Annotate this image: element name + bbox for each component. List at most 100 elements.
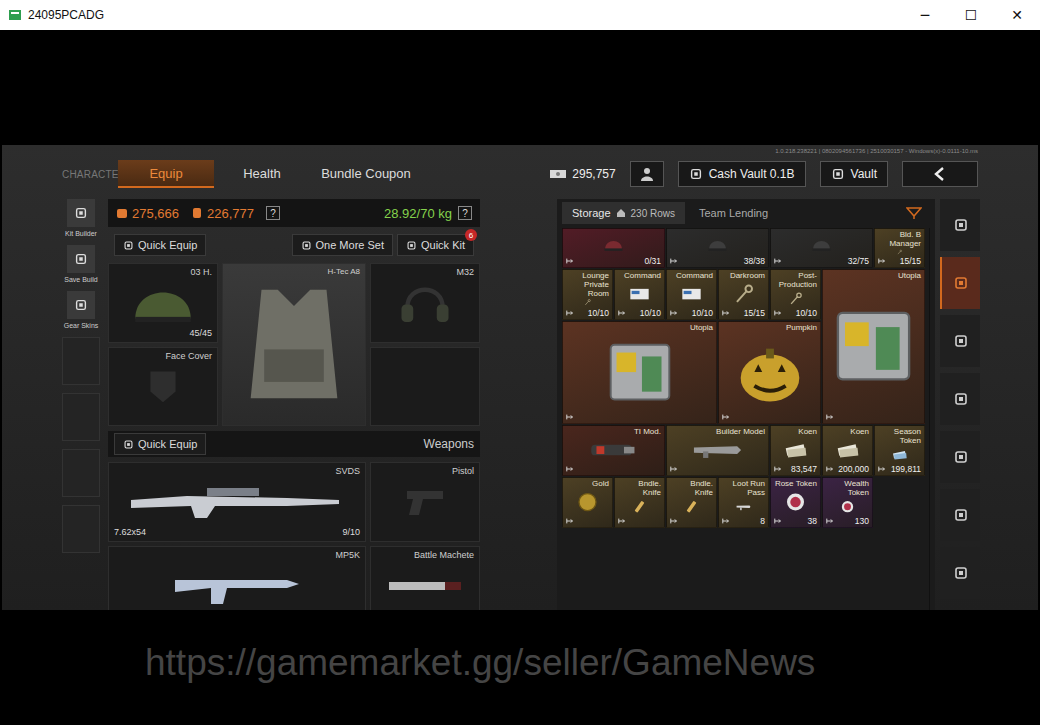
nav-tab[interactable]: Equip [118, 160, 214, 188]
quick-equip-button[interactable]: Quick Equip [114, 433, 206, 455]
sidebar-icon-box [67, 245, 95, 273]
storage-item[interactable]: Season Token199,811 [874, 425, 925, 476]
action-row: Quick Equip One More SetQuick Kit6 [108, 232, 480, 258]
sidebar-slot[interactable] [62, 393, 100, 441]
pistol-slot[interactable]: Pistol [370, 462, 480, 542]
storage-item[interactable]: 0/31 [562, 228, 665, 268]
rail-button[interactable] [940, 373, 980, 425]
rail-button[interactable] [940, 257, 980, 309]
exit-icon [826, 413, 834, 421]
cash-vault-button[interactable]: Cash Vault 0.1B [678, 161, 806, 187]
storage-item[interactable]: Pumpkin [718, 321, 821, 424]
storage-item[interactable]: Koen200,000 [822, 425, 873, 476]
exit-icon [670, 517, 678, 525]
key-icon [878, 249, 921, 255]
helmet-slot[interactable]: 03 H.45/45 [108, 263, 218, 343]
quick-kit-badge: 6 [465, 229, 477, 241]
storage-item[interactable]: Lounge Private Room10/10 [562, 269, 613, 320]
primary-weapon-slot[interactable]: SVDS7.62x549/10 [108, 462, 366, 542]
nav-tab[interactable]: Bundle Coupon [310, 160, 422, 188]
storage-item[interactable]: TI Mod. [562, 425, 665, 476]
item-count: 10/10 [692, 309, 713, 318]
rail-button[interactable] [940, 431, 980, 483]
back-arrow-icon [933, 167, 947, 181]
token-icon [774, 489, 817, 515]
melee-slot[interactable]: Battle Machete [370, 546, 480, 610]
storage-item[interactable]: Bld. B Manager15/15 [874, 228, 925, 268]
item-count: 200,000 [838, 465, 869, 474]
one-more-set-button[interactable]: One More Set [292, 234, 393, 256]
window-control[interactable]: ☐ [948, 0, 994, 30]
sidebar-button[interactable]: Gear Skins [62, 291, 100, 329]
action-group: One More SetQuick Kit6 [292, 234, 475, 256]
face-cover-slot[interactable]: Face Cover [108, 347, 218, 426]
slot-art [114, 560, 360, 610]
slot-footer [376, 527, 474, 538]
sidebar-slot[interactable] [62, 337, 100, 385]
help-button[interactable]: ? [458, 206, 472, 220]
stack-icon [953, 217, 969, 233]
storage-item[interactable]: Koen83,547 [770, 425, 821, 476]
storage-item[interactable]: 38/38 [666, 228, 769, 268]
key-icon [722, 281, 765, 307]
storage-item[interactable]: Rose Token 38 [770, 477, 821, 528]
window-control[interactable]: ─ [902, 0, 948, 30]
item-count: 0/31 [644, 257, 661, 266]
exit-icon [566, 517, 574, 525]
storage-item[interactable]: 32/75 [770, 228, 873, 268]
secondary-weapon-slot[interactable]: MP5K [108, 546, 366, 610]
headset-slot[interactable]: M32 [370, 263, 480, 343]
nav-tab[interactable]: Health [214, 160, 310, 188]
storage-item[interactable]: Utopia [562, 321, 717, 424]
rail-button[interactable] [940, 199, 980, 251]
storage-item[interactable]: Utopia [822, 269, 925, 424]
sort-button[interactable] [906, 206, 922, 220]
quick-equip-button[interactable]: Quick Equip [114, 234, 206, 256]
item-art [826, 498, 869, 515]
slot-footer [376, 328, 474, 339]
rail-button[interactable] [940, 547, 980, 599]
back-button[interactable] [902, 161, 978, 187]
sidebar-label: Kit Builder [65, 230, 97, 237]
token-icon [826, 498, 869, 515]
item-count: 38 [808, 517, 817, 526]
storage-item[interactable]: Bndle. Knife [614, 477, 665, 528]
help-button[interactable]: ? [266, 206, 280, 220]
rail-button[interactable] [940, 489, 980, 541]
exit-icon [670, 257, 678, 265]
empty-slot[interactable] [370, 347, 480, 426]
storage-body: 0/31 38/3832/75Bld. B Manager15/15 Lounge … [562, 228, 930, 610]
item-art [566, 437, 661, 463]
rail-button[interactable] [940, 315, 980, 367]
quick-kit-button[interactable]: Quick Kit6 [397, 234, 474, 256]
sidebar-button[interactable]: Kit Builder [62, 199, 100, 237]
storage-item[interactable]: Command 10/10 [666, 269, 717, 320]
safe-icon [831, 167, 845, 181]
storage-item[interactable]: Loot Run Pass8 [718, 477, 769, 528]
profile-button[interactable] [630, 161, 664, 187]
item-art [878, 446, 921, 463]
storage-tab[interactable]: Storage230 Rows [562, 202, 685, 224]
exit-icon [774, 465, 782, 473]
storage-item[interactable]: Darkroom15/15 [718, 269, 769, 320]
window-controls: ─☐✕ [902, 0, 1040, 30]
storage-item[interactable]: Gold [562, 477, 613, 528]
item-label: Rose Token [774, 480, 817, 489]
storage-item[interactable]: Command10/10 [614, 269, 665, 320]
sidebar-slot[interactable] [62, 449, 100, 497]
scrollbar[interactable] [929, 228, 930, 610]
window-control[interactable]: ✕ [994, 0, 1040, 30]
item-label: Command [670, 272, 713, 281]
storage-item[interactable]: Builder Model [666, 425, 769, 476]
item-art [618, 498, 661, 515]
storage-item[interactable]: Post-Production10/10 [770, 269, 821, 320]
list-icon [123, 439, 134, 450]
sidebar-slot[interactable] [62, 505, 100, 553]
keycard-icon [618, 281, 661, 307]
vault-button[interactable]: Vault [820, 161, 888, 187]
storage-item[interactable]: Bndle. Knife [666, 477, 717, 528]
armor-slot[interactable]: H-Tec A8 [222, 263, 366, 426]
storage-item[interactable]: Wealth Token130 [822, 477, 873, 528]
sidebar-button[interactable]: Save Build [62, 245, 100, 283]
storage-tab[interactable]: Team Lending [689, 202, 778, 224]
